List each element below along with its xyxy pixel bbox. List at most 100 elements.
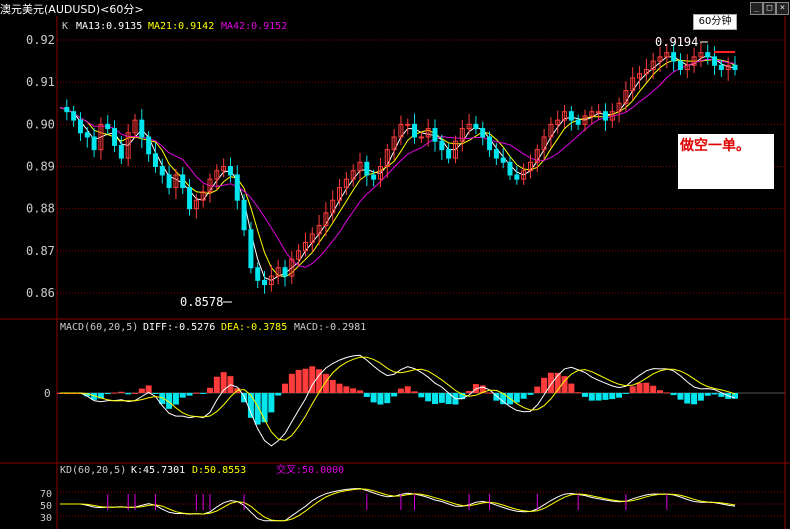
- candle-body: [418, 136, 424, 139]
- candle-body: [732, 64, 738, 71]
- macd-histogram-bar: [172, 393, 179, 405]
- macd-histogram-bar: [411, 391, 418, 393]
- macd-histogram-bar: [200, 393, 207, 394]
- macd-histogram-bar: [513, 393, 520, 403]
- candle-body: [159, 166, 165, 176]
- low-price-label: 0.8578: [180, 295, 223, 309]
- macd-histogram-bar: [643, 382, 650, 393]
- candle-body: [241, 199, 247, 231]
- candle-body: [105, 123, 111, 130]
- macd-dea: DEA:-0.3785: [221, 322, 287, 333]
- candle-body: [152, 153, 158, 168]
- candle-body: [568, 111, 574, 121]
- trade-note-text: 做空一单。: [680, 138, 750, 154]
- macd-histogram-bar: [629, 386, 636, 393]
- macd-histogram-bar: [657, 390, 663, 393]
- kd-name: KD(60,20,5): [60, 465, 126, 476]
- macd-histogram-bar: [547, 372, 554, 393]
- macd-histogram-bar: [527, 393, 534, 395]
- candle-body: [64, 106, 70, 113]
- macd-histogram-bar: [404, 386, 411, 393]
- legend-ma42: MA42:0.9152: [221, 21, 287, 32]
- candle-body: [262, 279, 268, 286]
- macd-histogram-bar: [684, 393, 691, 404]
- macd-histogram-bar: [704, 393, 711, 396]
- candle-body: [500, 157, 506, 163]
- y-tick-label: 0.90: [26, 117, 55, 131]
- macd-histogram-bar: [711, 393, 718, 395]
- macd-histogram-bar: [132, 392, 138, 394]
- candle-body: [371, 174, 377, 180]
- macd-histogram-bar: [138, 388, 145, 393]
- macd-histogram-bar: [588, 393, 595, 401]
- price-chart[interactable]: 0.92 0.91 0.90 0.89 0.88 0.87 0.86 K MA13:0.91…: [0, 0, 790, 529]
- kd-tick-70: 70: [40, 489, 52, 500]
- candle-body: [602, 111, 608, 121]
- candle-body: [575, 119, 581, 125]
- macd-histogram-bar: [636, 383, 643, 393]
- macd-histogram-bar: [520, 393, 527, 399]
- y-tick-label: 0.89: [26, 160, 55, 174]
- macd-histogram-bar: [193, 392, 200, 394]
- y-tick-label: 0.86: [26, 286, 55, 300]
- macd-histogram-bar: [377, 393, 384, 405]
- candle-body: [282, 267, 288, 277]
- macd-histogram-bar: [677, 393, 684, 400]
- macd-zero-tick: 0: [44, 387, 51, 400]
- macd-histogram-bar: [622, 393, 629, 394]
- candle-body: [255, 267, 261, 281]
- macd-histogram-bar: [295, 369, 302, 393]
- high-price-label: 0.9194: [655, 35, 698, 49]
- macd-histogram-bar: [268, 393, 275, 413]
- macd-name: MACD(60,20,5): [60, 322, 138, 333]
- macd-histogram-bar: [363, 393, 370, 397]
- macd-histogram-bar: [432, 393, 438, 404]
- macd-histogram-bar: [568, 383, 575, 393]
- trade-note: 做空一单。: [678, 134, 774, 189]
- macd-histogram-bar: [438, 393, 445, 403]
- macd-histogram-bar: [282, 383, 288, 393]
- candle-body: [227, 166, 233, 176]
- macd-histogram-bar: [418, 393, 425, 398]
- candle-body: [671, 52, 677, 62]
- macd-histogram-bar: [541, 377, 548, 393]
- chart-window: 澳元美元(AUDUSD)<60分> _ □ × 0.92 0.91 0.90 0.89…: [0, 0, 790, 529]
- candle-body: [405, 123, 411, 126]
- kd-tick-50: 50: [40, 501, 52, 512]
- macd-histogram-bar: [343, 386, 350, 393]
- macd-histogram-bar: [486, 392, 493, 394]
- macd-value: MACD:-0.2981: [294, 322, 366, 333]
- macd-histogram-bar: [275, 393, 282, 396]
- kd-d: D:50.8553: [192, 465, 246, 476]
- macd-histogram-bar: [207, 387, 213, 393]
- macd-histogram-bar: [425, 393, 432, 402]
- macd-histogram-bar: [697, 393, 704, 401]
- macd-histogram-bar: [534, 386, 541, 393]
- macd-histogram-bar: [595, 393, 602, 401]
- legend-ma13: MA13:0.9135: [76, 21, 142, 32]
- macd-histogram-bar: [104, 393, 111, 395]
- candle-body: [412, 123, 418, 138]
- candle-body: [677, 60, 683, 71]
- period-badge[interactable]: 60分钟: [693, 14, 737, 30]
- macd-histogram-bar: [329, 379, 336, 393]
- macd-histogram-bar: [111, 392, 118, 394]
- macd-histogram-bar: [616, 393, 623, 398]
- candle-body: [446, 149, 452, 159]
- candle-body: [705, 52, 711, 58]
- macd-histogram-bar: [384, 393, 391, 404]
- candle-body: [180, 174, 186, 189]
- macd-histogram-bar: [152, 393, 159, 394]
- macd-histogram-bar: [582, 393, 588, 397]
- macd-histogram-bar: [391, 393, 398, 397]
- candle-body: [112, 128, 118, 146]
- candle-body: [139, 119, 145, 138]
- legend-ma21: MA21:0.9142: [148, 21, 214, 32]
- candle-body: [234, 174, 240, 201]
- macd-histogram-bar: [609, 393, 616, 400]
- y-tick-label: 0.88: [26, 202, 55, 216]
- candle-body: [480, 128, 486, 138]
- candle-body: [146, 136, 152, 155]
- macd-histogram-bar: [302, 368, 309, 393]
- candle-body: [364, 161, 370, 176]
